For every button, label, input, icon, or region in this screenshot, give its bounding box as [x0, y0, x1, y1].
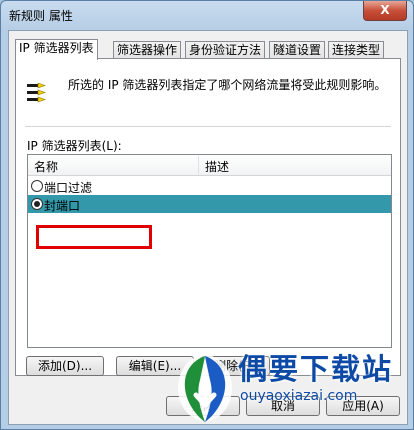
- title-bar[interactable]: 新规则 属性 X: [1, 1, 413, 29]
- close-window-button[interactable]: X: [363, 1, 407, 21]
- filter-list-icon: [27, 82, 46, 103]
- column-divider[interactable]: [198, 156, 199, 174]
- divider: [25, 126, 391, 127]
- list-item-name: 端口过滤: [44, 181, 93, 195]
- filter-list-view[interactable]: 名称 描述 端口过滤 封端口: [27, 154, 392, 348]
- window-title: 新规则 属性: [9, 9, 73, 23]
- cancel-button[interactable]: 取消: [246, 396, 320, 416]
- close-button[interactable]: 关闭: [166, 396, 240, 416]
- tab-auth-methods[interactable]: 身份验证方法: [185, 41, 266, 59]
- apply-button[interactable]: 应用(A): [326, 396, 400, 416]
- edit-button[interactable]: 编辑(E)...: [116, 356, 194, 376]
- list-item-block-port[interactable]: 封端口: [28, 195, 391, 213]
- column-header-name[interactable]: 名称: [34, 158, 58, 175]
- tab-tunnel-settings[interactable]: 隧道设置: [269, 41, 326, 59]
- filter-list-label: IP 筛选器列表(L):: [27, 139, 122, 153]
- radio-block-port[interactable]: [31, 198, 43, 210]
- tab-panel-ip-filter-list: 所选的 IP 筛选器列表指定了哪个网络流量将受此规则影响。 IP 筛选器列表(L…: [15, 58, 401, 376]
- annotation-highlight-box: [36, 225, 152, 249]
- tab-filter-action[interactable]: 筛选器操作: [113, 41, 182, 59]
- panel-description: 所选的 IP 筛选器列表指定了哪个网络流量将受此规则影响。: [68, 78, 387, 92]
- delete-button[interactable]: 删除(R): [200, 356, 270, 376]
- column-header-description[interactable]: 描述: [205, 158, 229, 175]
- tab-connection-type[interactable]: 连接类型: [328, 41, 385, 59]
- list-header: 名称 描述: [28, 155, 391, 176]
- add-button[interactable]: 添加(D)...: [26, 356, 104, 376]
- properties-dialog: 新规则 属性 X IP 筛选器列表 筛选器操作 身份验证方法 隧道设置 连接类型…: [0, 0, 414, 430]
- close-icon: X: [380, 3, 390, 17]
- dialog-client-area: IP 筛选器列表 筛选器操作 身份验证方法 隧道设置 连接类型 所选的 IP 筛…: [8, 30, 408, 425]
- list-item-port-filter[interactable]: 端口过滤: [28, 177, 391, 195]
- radio-port-filter[interactable]: [31, 180, 43, 192]
- tab-ip-filter-list[interactable]: IP 筛选器列表: [15, 39, 98, 60]
- list-item-name: 封端口: [44, 199, 81, 213]
